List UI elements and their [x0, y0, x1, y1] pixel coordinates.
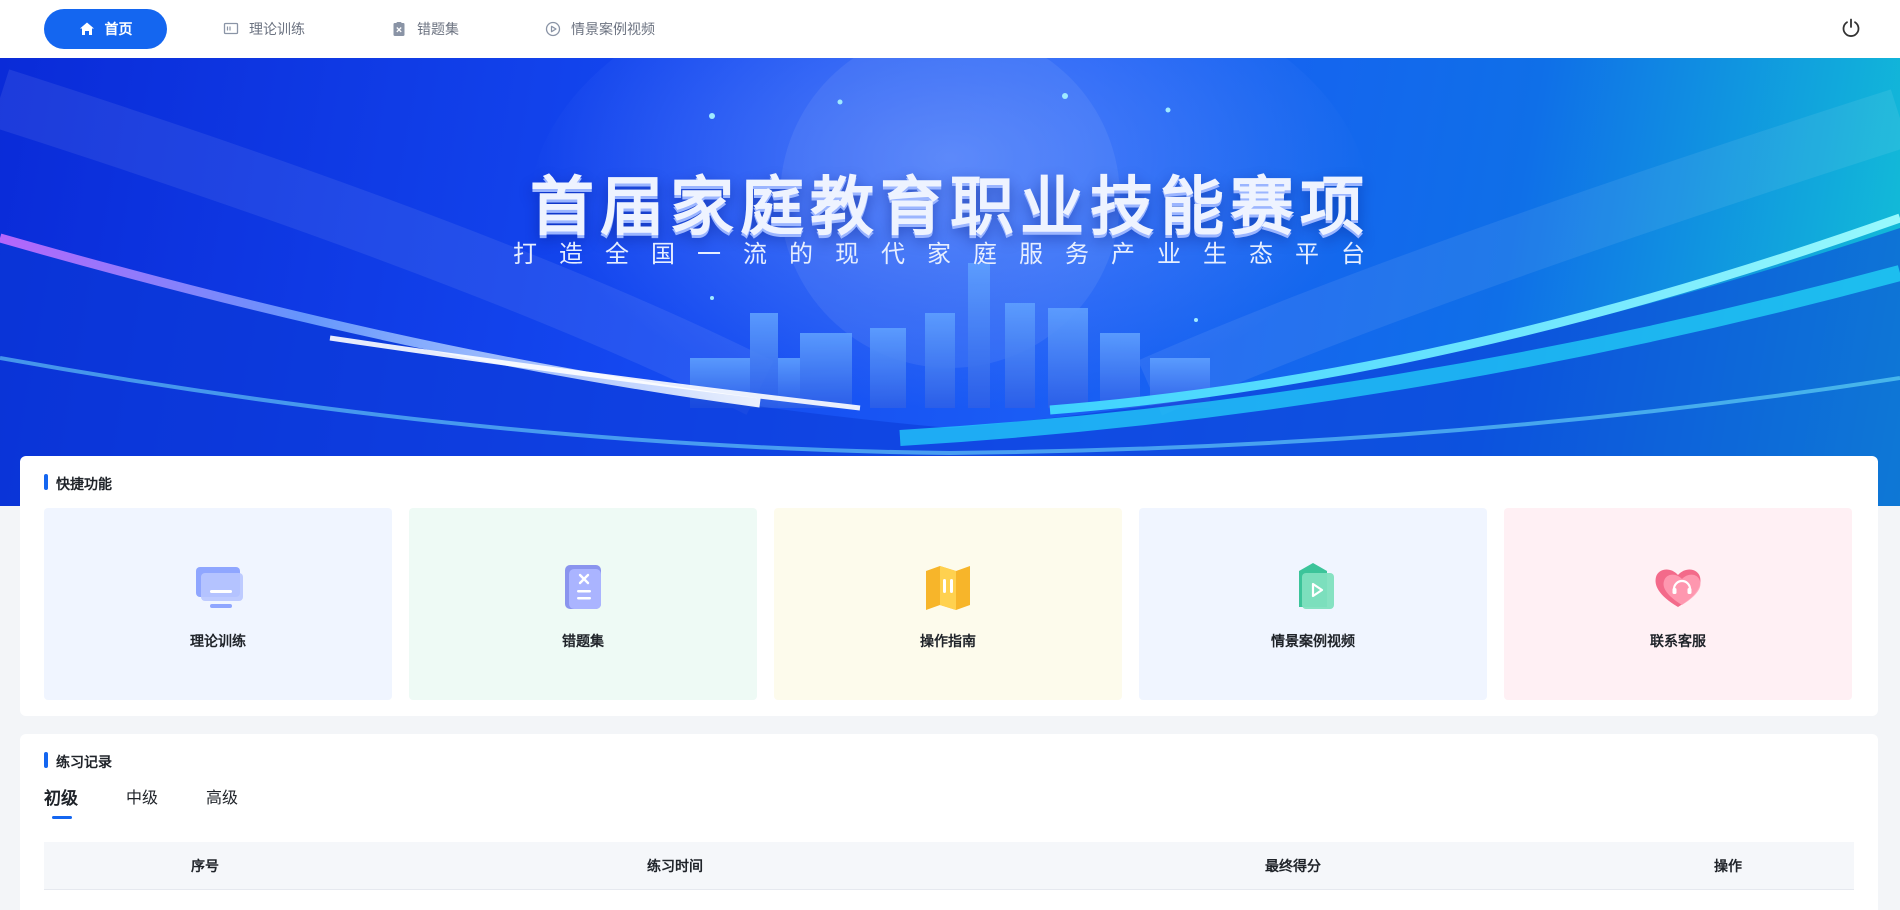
tile-case-videos[interactable]: 情景案例视频	[1139, 508, 1487, 700]
column-header-final-score: 最终得分	[1265, 858, 1321, 875]
monitor-icon	[188, 557, 248, 617]
nav-item-label: 错题集	[417, 22, 459, 38]
tile-label: 错题集	[562, 634, 604, 650]
tile-label: 联系客服	[1650, 634, 1706, 650]
clipboard-icon	[391, 21, 407, 37]
tile-operation-guide[interactable]: 操作指南	[774, 508, 1122, 700]
nav-item-label: 理论训练	[249, 22, 305, 38]
section-title: 练习记录	[44, 752, 112, 772]
power-icon[interactable]	[1840, 17, 1862, 39]
banner-subtitle: 打造全国一流的现代家庭服务产业生态平台	[513, 240, 1387, 268]
tile-label: 操作指南	[920, 634, 976, 650]
nav-item-wrong-questions[interactable]: 错题集	[361, 9, 489, 49]
nav-item-label: 首页	[104, 22, 133, 38]
tab-beginner[interactable]: 初级	[44, 784, 78, 819]
tile-customer-service[interactable]: 联系客服	[1504, 508, 1852, 700]
column-header-actions: 操作	[1714, 858, 1742, 875]
practice-records-card: 练习记录 初级 中级 高级 序号 练习时间 最终得分 操作	[20, 734, 1878, 910]
tile-label: 理论训练	[190, 634, 246, 650]
hero-banner: 首届家庭教育职业技能赛项 打造全国一流的现代家庭服务产业生态平台	[0, 58, 1900, 506]
quick-functions-card: 快捷功能 理论训练 错题集 操作指南 情景案例视频 联系客服	[20, 456, 1878, 716]
top-navigation: 首页 理论训练 错题集 情景案例视频	[0, 0, 1900, 58]
tile-label: 情景案例视频	[1271, 634, 1355, 650]
nav-item-label: 情景案例视频	[571, 22, 655, 38]
section-title: 快捷功能	[44, 474, 112, 494]
column-header-index: 序号	[191, 858, 219, 875]
tab-intermediate[interactable]: 中级	[126, 784, 158, 819]
nav-item-theory-training[interactable]: 理论训练	[193, 9, 335, 49]
nav-item-case-videos[interactable]: 情景案例视频	[515, 9, 685, 49]
tab-advanced[interactable]: 高级	[206, 784, 238, 819]
records-table-header: 序号 练习时间 最终得分 操作	[44, 842, 1854, 890]
tile-theory-training[interactable]: 理论训练	[44, 508, 392, 700]
video-play-icon	[1283, 557, 1343, 617]
support-heart-icon	[1648, 557, 1708, 617]
monitor-icon	[223, 21, 239, 37]
tile-wrong-questions[interactable]: 错题集	[409, 508, 757, 700]
level-tabs: 初级 中级 高级	[44, 784, 238, 819]
error-book-icon	[553, 557, 613, 617]
quick-tiles: 理论训练 错题集 操作指南 情景案例视频 联系客服	[44, 508, 1852, 700]
map-guide-icon	[918, 557, 978, 617]
play-circle-icon	[545, 21, 561, 37]
home-icon	[79, 21, 95, 37]
banner-decoration	[0, 58, 1900, 506]
nav-item-home[interactable]: 首页	[44, 9, 167, 49]
column-header-practice-time: 练习时间	[647, 858, 703, 875]
